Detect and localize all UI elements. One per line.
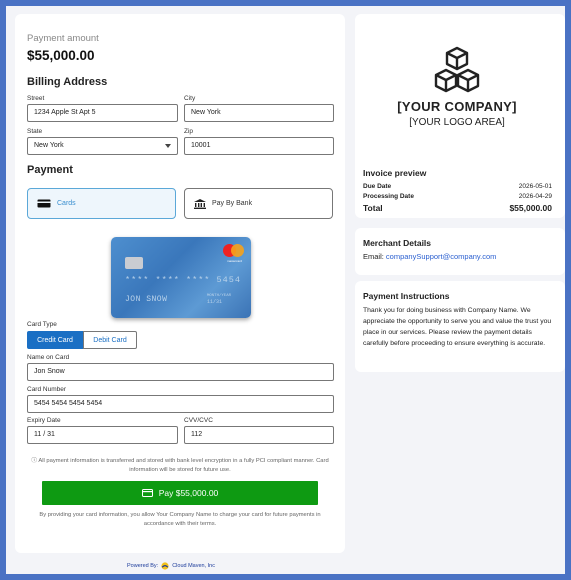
payment-amount-label: Payment amount [27, 33, 99, 44]
card-number-input[interactable]: 5454 5454 5454 5454 [27, 395, 334, 413]
chevron-down-icon [165, 144, 171, 148]
logo-area-caption: [YOUR LOGO AREA] [409, 117, 505, 128]
powered-by-label: Powered By: [127, 563, 159, 569]
cvv-input[interactable]: 112 [184, 426, 334, 444]
name-on-card-label: Name on Card [27, 354, 70, 361]
consent-note: By providing your card information, you … [39, 512, 321, 527]
processing-date-value: 2026-04-29 [518, 193, 552, 200]
cards-method-button[interactable]: Cards [27, 188, 176, 219]
invoice-preview-heading: Invoice preview [363, 168, 427, 178]
due-date-label: Due Date [363, 183, 392, 190]
card-chip-icon [125, 257, 143, 269]
credit-card-toggle[interactable]: Credit Card [27, 331, 83, 349]
due-date-row: Due Date 2026-05-01 [363, 183, 552, 190]
street-label: Street [27, 95, 45, 102]
cvv-label: CVV/CVC [184, 417, 213, 424]
card-brand-text: mastercard [226, 259, 242, 263]
security-note: ⓘ All payment information is transferred… [31, 458, 329, 473]
card-preview: mastercard **** **** **** 5454 JON SNOW … [111, 237, 251, 318]
card-expiry: 11/31 [207, 299, 223, 305]
cubes-logo-icon [434, 46, 480, 93]
billing-address-heading: Billing Address [27, 76, 108, 88]
company-logo-area: [YOUR COMPANY] [YOUR LOGO AREA] [383, 24, 531, 151]
credit-card-icon [37, 199, 51, 208]
total-label: Total [363, 203, 383, 213]
payment-instructions-panel: Payment Instructions Thank you for doing… [355, 281, 565, 372]
cloud-maven-logo-icon [161, 562, 169, 570]
powered-by-link[interactable]: Cloud Maven, Inc [172, 563, 215, 569]
powered-by-footer: Powered By: Cloud Maven, Inc [127, 562, 215, 570]
merchant-details-panel: Merchant Details Email: companySupport@c… [355, 228, 565, 275]
state-label: State [27, 128, 43, 135]
payment-instructions-heading: Payment Instructions [363, 291, 450, 301]
payment-amount: $55,000.00 [27, 48, 95, 63]
payment-heading: Payment [27, 164, 73, 176]
street-input[interactable]: 1234 Apple St Apt 5 [27, 104, 178, 122]
state-selected-value: New York [34, 142, 64, 149]
city-label: City [184, 95, 196, 102]
card-number-mask: **** **** **** 5454 [125, 275, 241, 285]
payment-form-panel: Payment amount $55,000.00 Billing Addres… [15, 14, 345, 553]
zip-label: Zip [184, 128, 194, 135]
credit-card-icon [141, 489, 153, 497]
merchant-details-heading: Merchant Details [363, 238, 432, 248]
pay-button-label: Pay $55,000.00 [158, 488, 219, 498]
total-value: $55,000.00 [509, 203, 552, 213]
merchant-email-link[interactable]: companySupport@company.com [386, 252, 496, 261]
card-holder-name: JON SNOW [125, 295, 168, 304]
due-date-value: 2026-05-01 [518, 183, 552, 190]
processing-date-row: Processing Date 2026-04-29 [363, 193, 552, 200]
cards-method-label: Cards [57, 200, 76, 207]
payment-instructions-body: Thank you for doing business with Compan… [363, 307, 552, 347]
mastercard-logo-overlap [231, 244, 244, 257]
expiry-date-label: Expiry Date [27, 417, 61, 424]
processing-date-label: Processing Date [363, 193, 414, 200]
state-select[interactable]: New York [27, 137, 178, 155]
company-name: [YOUR COMPANY] [397, 99, 517, 114]
zip-input[interactable]: 10001 [184, 137, 334, 155]
expiry-date-input[interactable]: 11 / 31 [27, 426, 178, 444]
total-row: Total $55,000.00 [363, 203, 552, 213]
invoice-panel: [YOUR COMPANY] [YOUR LOGO AREA] Invoice … [355, 14, 565, 218]
pay-button[interactable]: Pay $55,000.00 [42, 481, 318, 505]
name-on-card-input[interactable]: Jon Snow [27, 363, 334, 381]
city-input[interactable]: New York [184, 104, 334, 122]
pay-by-bank-label: Pay By Bank [212, 200, 253, 207]
pay-by-bank-button[interactable]: Pay By Bank [184, 188, 333, 219]
bank-icon [194, 198, 206, 209]
merchant-email-label: Email: [363, 252, 386, 261]
debit-card-toggle[interactable]: Debit Card [83, 331, 137, 349]
merchant-email-line: Email: companySupport@company.com [363, 252, 496, 261]
card-number-label: Card Number [27, 386, 67, 393]
card-type-label: Card Type [27, 321, 57, 328]
card-expiry-hint: MONTH/YEAR [207, 294, 232, 298]
